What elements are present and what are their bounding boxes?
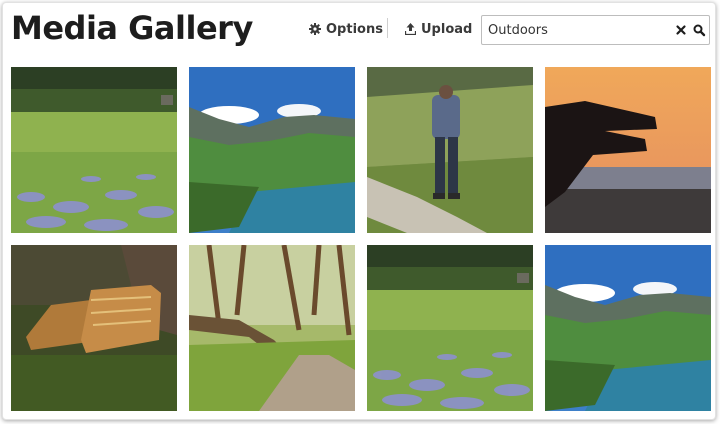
- upload-label: Upload: [421, 21, 473, 37]
- gear-icon: [309, 23, 321, 35]
- search-box: [481, 15, 710, 45]
- close-icon[interactable]: [674, 23, 688, 37]
- search-icon[interactable]: [692, 23, 706, 37]
- gallery-image-meadow[interactable]: [11, 67, 177, 233]
- toolbar-divider: [387, 18, 388, 38]
- options-button[interactable]: Options: [309, 17, 383, 41]
- header: Media Gallery Options Upload Outdoors: [3, 3, 715, 63]
- upload-icon: [405, 23, 416, 35]
- gallery-image-sunset-hand[interactable]: [545, 67, 711, 233]
- gallery-image-mountain-lake[interactable]: [545, 245, 711, 411]
- gallery-grid: [11, 67, 711, 415]
- app-window: Media Gallery Options Upload Outdoors: [2, 2, 716, 420]
- upload-button[interactable]: Upload: [405, 17, 472, 41]
- gallery-image-forest-path[interactable]: [189, 245, 355, 411]
- gallery-image-hiker[interactable]: [367, 67, 533, 233]
- page-title: Media Gallery: [11, 9, 253, 47]
- search-input[interactable]: [482, 16, 670, 44]
- gallery-image-mountain-lake[interactable]: [189, 67, 355, 233]
- gallery-image-boots[interactable]: [11, 245, 177, 411]
- gallery-image-meadow[interactable]: [367, 245, 533, 411]
- options-label: Options: [326, 21, 383, 37]
